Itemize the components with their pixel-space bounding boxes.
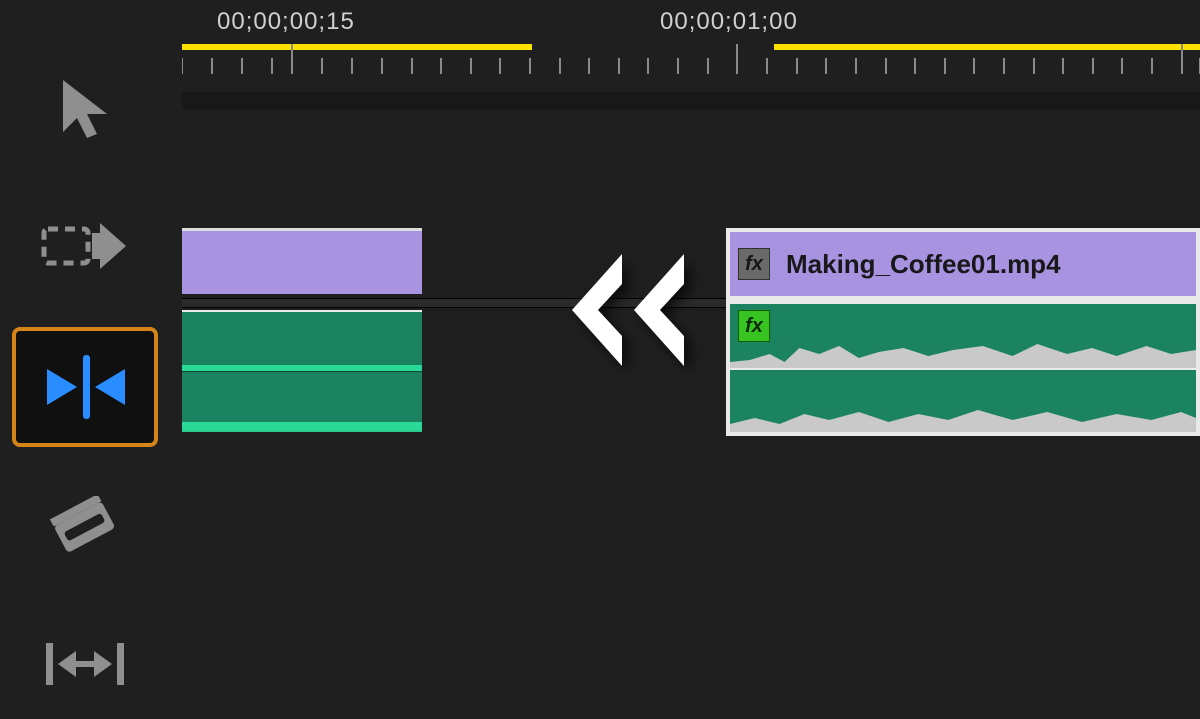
ruler-labels: 00;00;00;15 00;00;01;00 (182, 8, 1200, 44)
waveform-icon (730, 304, 1196, 368)
pointer-icon (57, 76, 113, 144)
timeline-scrollbar[interactable] (182, 92, 1200, 110)
track-select-forward-tool-button[interactable] (18, 191, 152, 301)
video-clip-right[interactable]: fx Making_Coffee01.mp4 (730, 232, 1196, 296)
fx-icon[interactable]: fx (738, 248, 770, 280)
clip-name-label: Making_Coffee01.mp4 (786, 249, 1061, 280)
razor-tool-button[interactable] (18, 473, 152, 583)
ripple-edit-tool-button[interactable] (12, 327, 158, 447)
video-clip-left[interactable] (182, 228, 422, 294)
waveform-icon (730, 368, 1196, 432)
ripple-cursor-icon (534, 240, 709, 380)
ruler-ticks[interactable] (182, 44, 1200, 80)
selection-tool-button[interactable] (18, 55, 152, 165)
audio-clip-left[interactable] (182, 310, 422, 430)
timeline-panel: 00;00;00;15 00;00;01;00 (182, 0, 1200, 646)
timecode-label-1: 00;00;01;00 (660, 8, 798, 36)
tool-palette (0, 55, 170, 719)
audio-clip-right[interactable]: fx (730, 304, 1196, 432)
selected-clip-group[interactable]: fx Making_Coffee01.mp4 fx (726, 228, 1200, 436)
timecode-label-0: 00;00;00;15 (217, 8, 355, 36)
slip-tool-button[interactable] (18, 609, 152, 719)
razor-icon (50, 496, 120, 560)
track-select-icon (40, 219, 130, 273)
slip-icon (40, 637, 130, 691)
ripple-edit-icon (37, 347, 133, 427)
